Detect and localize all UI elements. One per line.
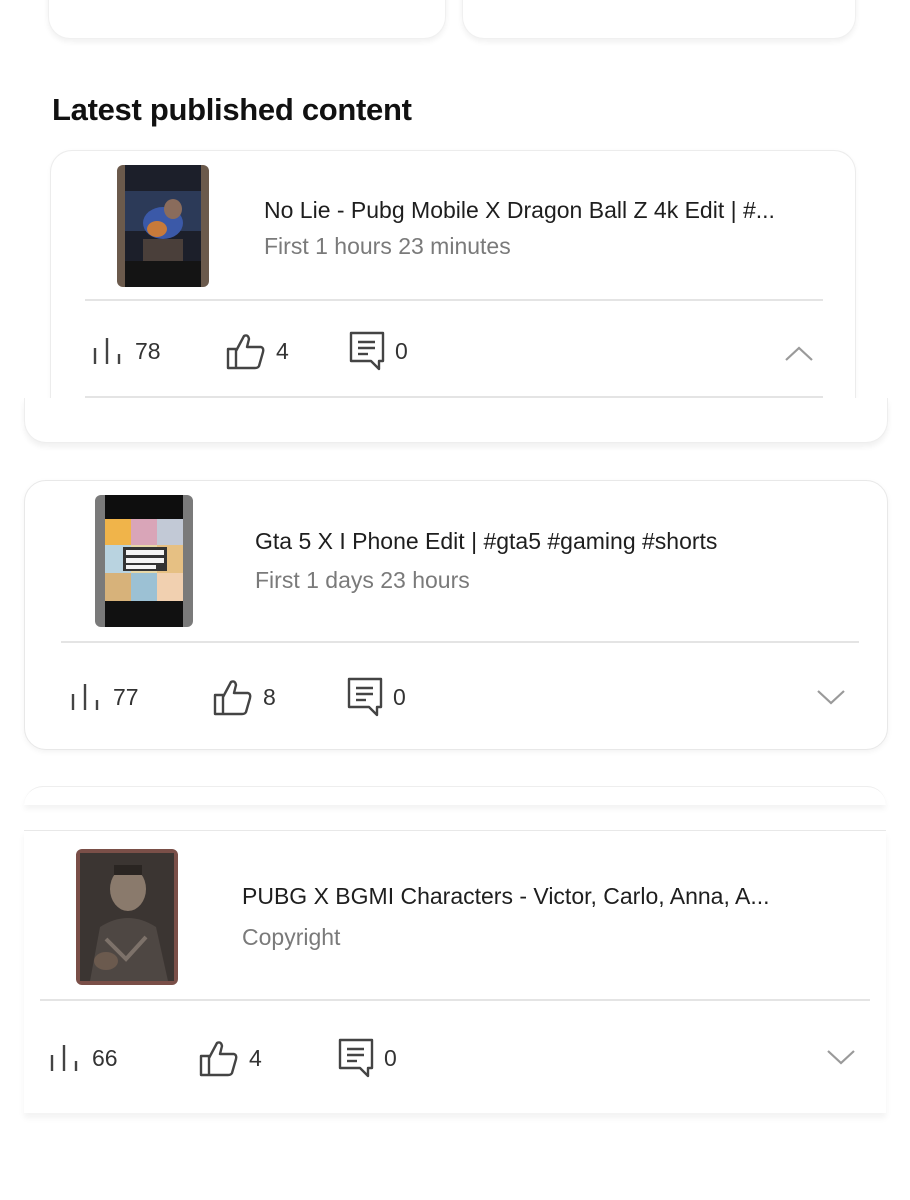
likes-stat: 4: [199, 1038, 262, 1078]
content-card[interactable]: No Lie - Pubg Mobile X Dragon Ball Z 4k …: [50, 150, 856, 399]
card-divider: [61, 641, 859, 643]
card-divider: [85, 299, 823, 301]
thumbnail-image: [95, 495, 193, 627]
likes-stat: 8: [213, 677, 276, 717]
video-title[interactable]: PUBG X BGMI Characters - Victor, Carlo, …: [242, 883, 770, 910]
video-thumbnail[interactable]: [117, 165, 209, 287]
views-count: 77: [113, 683, 139, 710]
views-stat: 66: [48, 1038, 118, 1078]
views-count: 66: [92, 1044, 118, 1071]
comments-stat: 0: [349, 331, 408, 371]
likes-count: 8: [263, 683, 276, 710]
video-thumbnail[interactable]: [76, 849, 178, 985]
card-divider: [40, 999, 870, 1001]
comments-stat: 0: [347, 677, 406, 717]
video-status: Copyright: [242, 924, 341, 950]
comment-icon: [349, 331, 385, 371]
comments-count: 0: [384, 1044, 397, 1071]
views-stat: 78: [91, 331, 161, 371]
bar-chart-icon: [71, 684, 99, 710]
thumbs-up-icon: [213, 680, 252, 716]
thumbnail-image: [76, 849, 178, 985]
views-count: 78: [135, 337, 161, 364]
published-content-screen: Latest published content No Lie - Pubg M…: [0, 0, 910, 1200]
summary-card-right[interactable]: [462, 0, 856, 39]
bar-chart-icon: [93, 338, 121, 364]
summary-card-left[interactable]: [48, 0, 446, 39]
video-status: First 1 days 23 hours: [255, 567, 470, 593]
comment-icon: [338, 1038, 374, 1078]
chevron-down-icon[interactable]: [826, 1047, 856, 1067]
video-title[interactable]: Gta 5 X I Phone Edit | #gta5 #gaming #sh…: [255, 528, 717, 555]
thumbs-up-icon: [199, 1041, 238, 1077]
likes-count: 4: [249, 1044, 262, 1071]
comments-count: 0: [393, 683, 406, 710]
card-footer: [24, 398, 888, 443]
comment-icon: [347, 677, 383, 717]
content-card[interactable]: PUBG X BGMI Characters - Victor, Carlo, …: [24, 830, 886, 1113]
bar-chart-icon: [50, 1045, 78, 1071]
chevron-up-icon[interactable]: [784, 343, 814, 363]
views-stat: 77: [69, 677, 139, 717]
video-status: First 1 hours 23 minutes: [264, 233, 511, 259]
comments-stat: 0: [338, 1038, 397, 1078]
thumbnail-image: [117, 165, 209, 287]
section-title: Latest published content: [52, 92, 412, 127]
thumbs-up-icon: [226, 334, 265, 370]
chevron-down-icon[interactable]: [816, 687, 846, 707]
card-edge: [24, 786, 886, 805]
likes-count: 4: [276, 337, 289, 364]
video-title[interactable]: No Lie - Pubg Mobile X Dragon Ball Z 4k …: [264, 197, 775, 224]
content-card[interactable]: Gta 5 X I Phone Edit | #gta5 #gaming #sh…: [24, 480, 888, 750]
comments-count: 0: [395, 337, 408, 364]
video-thumbnail[interactable]: [95, 495, 193, 627]
likes-stat: 4: [226, 331, 289, 371]
